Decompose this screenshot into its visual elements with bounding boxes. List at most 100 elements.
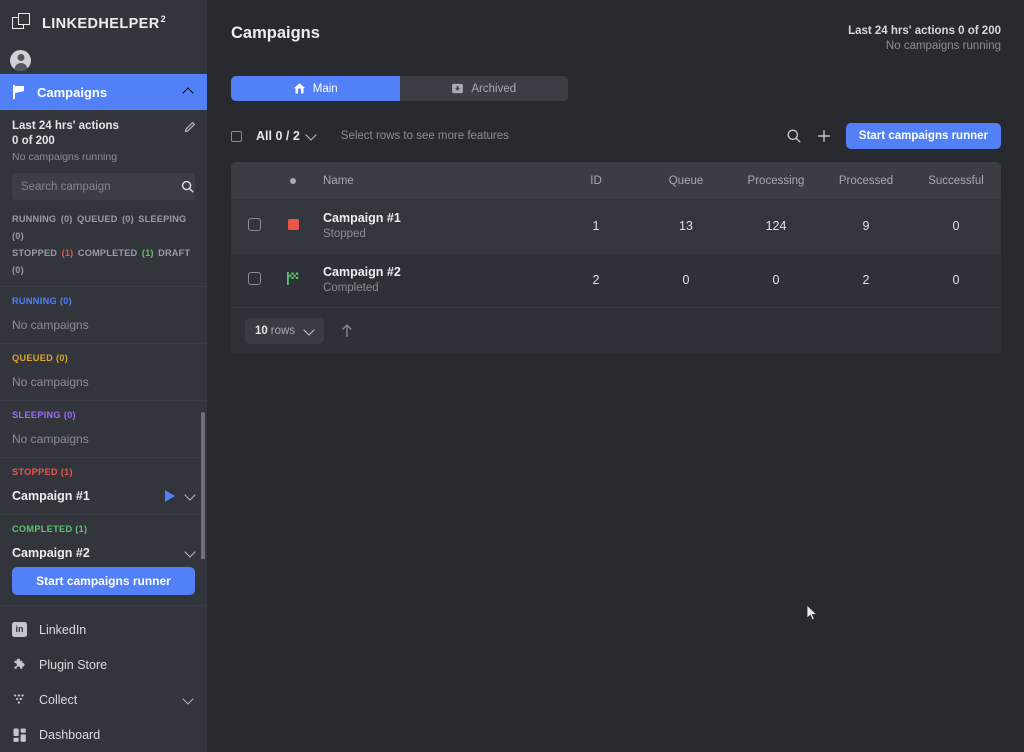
legend-label-completed: COMPLETED	[78, 248, 137, 258]
user-avatar-icon[interactable]	[10, 50, 31, 71]
start-campaigns-runner-button[interactable]: Start campaigns runner	[846, 123, 1001, 149]
chevron-down-icon[interactable]	[185, 491, 195, 501]
sidebar: LINKEDHELPER2 Campaigns Last 24 hrs' act…	[0, 0, 207, 752]
th-processing[interactable]: Processing	[731, 162, 821, 199]
tab-label: Archived	[471, 83, 516, 95]
sidebar-item-label: LinkedIn	[39, 623, 193, 637]
logo-text-wrap: LINKEDHELPER2	[42, 14, 166, 32]
cell-processed: 9	[821, 199, 911, 253]
sidebar-item-campaigns[interactable]: Campaigns	[0, 74, 207, 110]
logo-superscript: 2	[161, 14, 166, 24]
sidebar-stats: Last 24 hrs' actions 0 of 200 No campaig…	[0, 110, 207, 171]
campaign-group-sleeping: SLEEPING (0) No campaigns	[0, 401, 207, 458]
table-row[interactable]: Campaign #1 Stopped 1 13 124 9 0	[231, 199, 1001, 253]
list-item[interactable]: Campaign #2	[12, 546, 195, 559]
row-checkbox[interactable]	[248, 218, 261, 231]
legend-count-queued: (0)	[122, 214, 134, 224]
pencil-icon[interactable]	[184, 121, 196, 133]
start-campaigns-runner-button[interactable]: Start campaigns runner	[12, 567, 195, 595]
campaign-groups-scroll[interactable]: RUNNING (0) No campaigns QUEUED (0) No c…	[0, 286, 207, 559]
chevron-up-icon[interactable]	[183, 87, 193, 97]
cell-id: 1	[551, 199, 641, 253]
page-title: Campaigns	[231, 24, 848, 43]
chevron-down-icon[interactable]	[185, 548, 195, 558]
stop-square-icon	[288, 219, 299, 230]
list-item[interactable]: Campaign #1	[12, 489, 195, 503]
cell-checkbox[interactable]	[231, 199, 277, 253]
search-campaign-box[interactable]	[12, 173, 195, 200]
sidebar-search	[0, 171, 207, 200]
puzzle-piece-icon	[12, 657, 28, 673]
sidebar-item-label: Plugin Store	[39, 658, 193, 672]
group-header: SLEEPING (0)	[12, 410, 195, 420]
tab-main[interactable]: Main	[231, 76, 400, 101]
th-id[interactable]: ID	[551, 162, 641, 199]
th-processed[interactable]: Processed	[821, 162, 911, 199]
selection-dropdown[interactable]: All 0 / 2	[256, 129, 316, 143]
table-body: Campaign #1 Stopped 1 13 124 9 0	[231, 199, 1001, 307]
archive-box-icon	[451, 82, 464, 95]
th-name[interactable]: Name	[309, 162, 551, 199]
app-logo: LINKEDHELPER2	[0, 0, 207, 46]
select-all-checkbox[interactable]	[231, 131, 242, 142]
legend-label-queued: QUEUED	[77, 214, 118, 224]
play-icon[interactable]	[165, 490, 175, 502]
linkedin-icon: in	[12, 622, 28, 638]
search-icon[interactable]	[786, 128, 802, 144]
stats-title: Last 24 hrs' actions	[12, 119, 195, 134]
campaigns-table: Name ID Queue Processing Processed Succe…	[231, 162, 1001, 308]
cell-checkbox[interactable]	[231, 253, 277, 307]
dashboard-grid-icon	[12, 727, 28, 743]
sidebar-item-linkedin[interactable]: in LinkedIn	[0, 612, 207, 647]
cell-status	[277, 199, 309, 253]
squares-logo-icon	[12, 13, 32, 33]
chevron-down-icon[interactable]	[306, 131, 316, 141]
legend-count-stopped: (1)	[62, 248, 74, 258]
group-empty-text: No campaigns	[12, 318, 195, 332]
sidebar-scrollbar[interactable]	[201, 412, 205, 559]
sidebar-item-plugin-store[interactable]: Plugin Store	[0, 647, 207, 682]
table-toolbar: All 0 / 2 Select rows to see more featur…	[231, 122, 1001, 150]
tab-label: Main	[313, 83, 338, 95]
status-legend: RUNNING (0) QUEUED (0) SLEEPING (0) STOP…	[0, 200, 207, 286]
campaign-state: Stopped	[323, 226, 551, 242]
header-stats: Last 24 hrs' actions 0 of 200 No campaig…	[848, 24, 1001, 54]
th-queue[interactable]: Queue	[641, 162, 731, 199]
chevron-down-icon[interactable]	[304, 326, 314, 336]
sidebar-item-label: Dashboard	[39, 728, 193, 742]
legend-count-draft: (0)	[12, 265, 24, 275]
campaign-group-stopped: STOPPED (1) Campaign #1	[0, 458, 207, 515]
campaign-state: Completed	[323, 280, 551, 296]
search-icon[interactable]	[181, 180, 194, 193]
campaign-name: Campaign #2	[12, 546, 175, 559]
tab-archived[interactable]: Archived	[400, 76, 569, 101]
logo-text: LINKEDHELPER	[42, 16, 160, 32]
legend-count-completed: (1)	[142, 248, 154, 258]
th-successful[interactable]: Successful	[911, 162, 1001, 199]
legend-count-running: (0)	[61, 214, 73, 224]
sidebar-item-collect[interactable]: Collect	[0, 682, 207, 717]
campaign-name: Campaign #1	[323, 210, 551, 226]
main-header: Campaigns Last 24 hrs' actions 0 of 200 …	[231, 0, 1001, 54]
arrow-up-icon[interactable]	[340, 323, 354, 339]
chevron-down-icon[interactable]	[183, 695, 193, 705]
selection-label: All 0 / 2	[256, 129, 300, 143]
legend-count-sleeping: (0)	[12, 231, 24, 241]
campaigns-table-card: Name ID Queue Processing Processed Succe…	[231, 162, 1001, 354]
table-row[interactable]: Campaign #2 Completed 2 0 0 2 0	[231, 253, 1001, 307]
sidebar-item-dashboard[interactable]: Dashboard	[0, 717, 207, 752]
checkered-flag-icon	[287, 272, 299, 288]
legend-label-draft: DRAFT	[158, 248, 190, 258]
rows-per-page-dropdown[interactable]: 10 rows	[245, 318, 324, 344]
group-empty-text: No campaigns	[12, 375, 195, 389]
cell-successful: 0	[911, 199, 1001, 253]
legend-label-stopped: STOPPED	[12, 248, 57, 258]
table-footer: 10 rows	[231, 308, 1001, 354]
plus-icon[interactable]	[816, 128, 832, 144]
status-dot-icon	[290, 178, 296, 184]
campaign-group-running: RUNNING (0) No campaigns	[0, 287, 207, 344]
main-content: Campaigns Last 24 hrs' actions 0 of 200 …	[207, 0, 1024, 752]
search-campaign-input[interactable]	[21, 181, 175, 193]
legend-label-sleeping: SLEEPING	[138, 214, 186, 224]
row-checkbox[interactable]	[248, 272, 261, 285]
